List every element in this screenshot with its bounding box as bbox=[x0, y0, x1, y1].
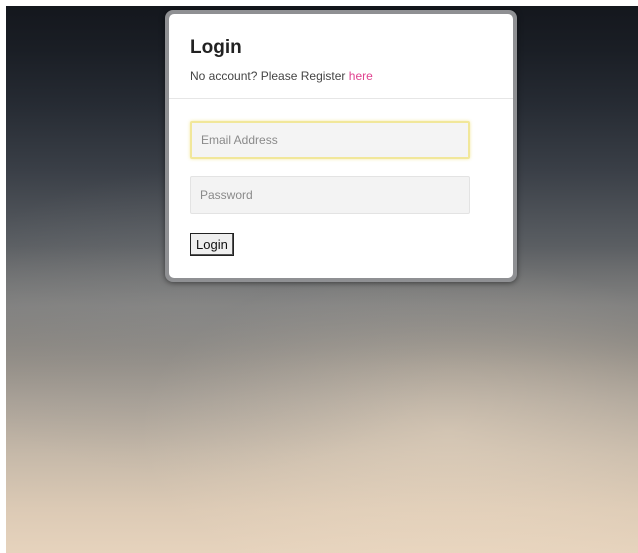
login-button[interactable]: Login bbox=[190, 233, 234, 256]
login-card: Login No account? Please Register here L… bbox=[169, 14, 513, 278]
login-card-frame: Login No account? Please Register here L… bbox=[165, 10, 517, 282]
page-title: Login bbox=[190, 37, 242, 58]
password-field[interactable] bbox=[190, 176, 470, 214]
register-prompt: No account? Please Register here bbox=[190, 69, 373, 83]
email-field[interactable] bbox=[190, 121, 470, 159]
register-prompt-text: No account? Please Register bbox=[190, 69, 349, 83]
page-background: Login No account? Please Register here L… bbox=[6, 6, 638, 553]
register-link[interactable]: here bbox=[349, 69, 373, 83]
login-card-header: Login No account? Please Register here bbox=[169, 14, 513, 99]
